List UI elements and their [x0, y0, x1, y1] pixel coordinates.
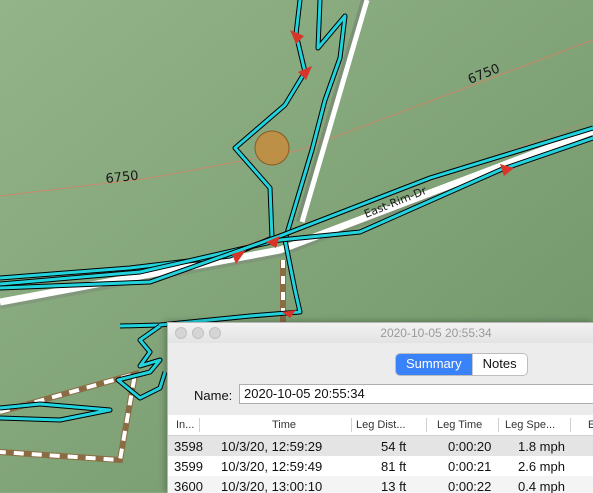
- track-info-window: 2020-10-05 20:55:34 Summary Notes Name: …: [167, 322, 593, 493]
- cell-leg-speed: 1.8 mph: [518, 439, 565, 454]
- table-header: In... Time Leg Dist... Leg Time Leg Spe.…: [168, 415, 593, 436]
- cell-leg-speed: 2.6 mph: [518, 459, 565, 474]
- name-field[interactable]: 2020-10-05 20:55:34: [239, 384, 593, 404]
- title-bar[interactable]: 2020-10-05 20:55:34: [168, 323, 593, 343]
- table-row[interactable]: 3599 10/3/20, 12:59:49 81 ft 0:00:21 2.6…: [168, 456, 593, 476]
- cell-leg-dist: 81 ft: [381, 459, 407, 474]
- cell-time: 10/3/20, 12:59:29: [221, 439, 323, 454]
- cell-time: 10/3/20, 13:00:10: [221, 479, 323, 493]
- tab-summary[interactable]: Summary: [396, 354, 472, 375]
- cell-leg-time: 0:00:21: [448, 459, 492, 474]
- cell-leg-time: 0:00:22: [448, 479, 492, 493]
- cell-leg-dist: 13 ft: [381, 479, 407, 493]
- cell-leg-dist: 54 ft: [381, 439, 407, 454]
- tab-notes[interactable]: Notes: [471, 354, 527, 375]
- name-label: Name:: [194, 388, 233, 403]
- tab-control: Summary Notes: [395, 353, 528, 376]
- cell-leg-speed: 0.4 mph: [518, 479, 565, 493]
- column-header-leg-dist[interactable]: Leg Dist...: [356, 419, 406, 431]
- column-header-leg-time[interactable]: Leg Time: [437, 419, 482, 431]
- cell-index: 3600: [174, 479, 203, 493]
- column-header-index[interactable]: In...: [176, 419, 194, 431]
- cell-index: 3598: [174, 439, 203, 454]
- table-row[interactable]: 3600 10/3/20, 13:00:10 13 ft 0:00:22 0.4…: [168, 476, 593, 493]
- column-header-elevation[interactable]: E: [588, 419, 593, 431]
- selected-point-marker[interactable]: [254, 130, 290, 166]
- window-title: 2020-10-05 20:55:34: [380, 326, 492, 340]
- cell-time: 10/3/20, 12:59:49: [221, 459, 323, 474]
- column-header-time[interactable]: Time: [272, 419, 296, 431]
- cell-index: 3599: [174, 459, 203, 474]
- column-header-leg-speed[interactable]: Leg Spe...: [505, 419, 555, 431]
- table-row[interactable]: 3598 10/3/20, 12:59:29 54 ft 0:00:20 1.8…: [168, 436, 593, 456]
- cell-leg-time: 0:00:20: [448, 439, 492, 454]
